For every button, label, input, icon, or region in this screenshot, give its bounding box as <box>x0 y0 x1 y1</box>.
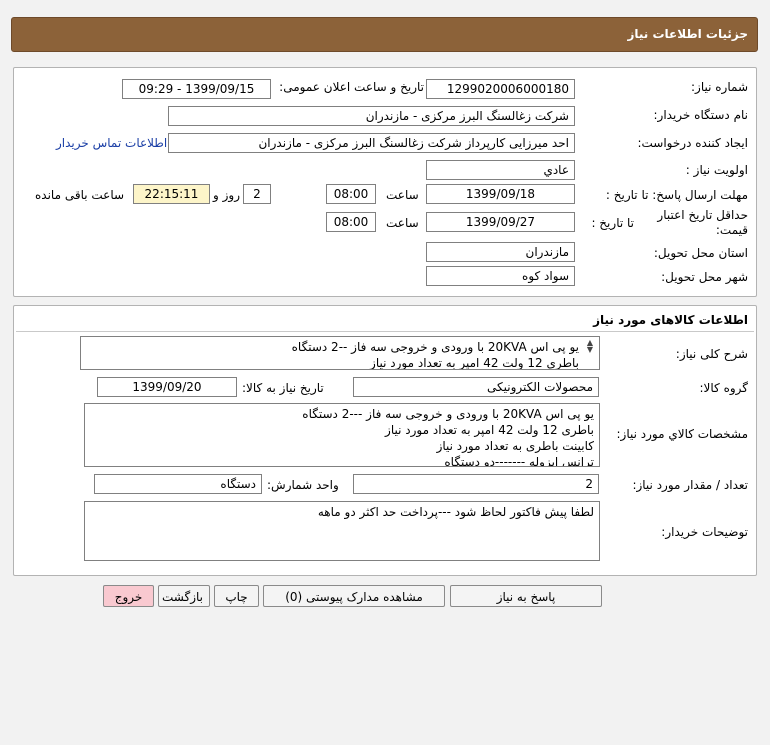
reply-button[interactable]: پاسخ به نیاز <box>450 585 602 607</box>
deadline-label: مهلت ارسال پاسخ: تا تاریخ : <box>605 188 748 202</box>
validity-time-label: ساعت <box>386 216 419 230</box>
summary-label: شرح کلی نیاز: <box>675 347 748 361</box>
group-label: گروه کالا: <box>699 381 749 395</box>
validity-to-label: تا تاریخ : <box>591 216 634 230</box>
specs-label: مشخصات کالاي مورد نیاز: <box>616 427 748 441</box>
exit-button[interactable]: خروج <box>103 585 154 607</box>
qty-field: 2 <box>353 474 599 494</box>
validity-date-field: 1399/09/27 <box>426 212 575 232</box>
validity-time-field: 08:00 <box>326 212 376 232</box>
priority-field: عادي <box>426 160 575 180</box>
goods-section-title: اطلاعات کالاهای مورد نیاز <box>593 313 748 327</box>
need-date-label: تاریخ نیاز به کالا: <box>242 381 324 395</box>
need-number-field: 1299020006000180 <box>426 79 575 99</box>
city-field: سواد کوه <box>426 266 575 286</box>
deadline-date-field: 1399/09/18 <box>426 184 575 204</box>
priority-label: اولویت نیاز : <box>685 163 748 177</box>
details-panel <box>13 67 757 297</box>
summary-scroll-icon[interactable]: ▲ ▼ <box>585 339 595 354</box>
announce-label: تاریخ و ساعت اعلان عمومی: <box>279 80 424 94</box>
print-button[interactable]: چاپ <box>214 585 259 607</box>
unit-label: واحد شمارش: <box>267 478 339 492</box>
summary-textarea[interactable]: یو پی اس 20KVA با ورودی و خروجی سه فاز -… <box>80 336 600 370</box>
attachments-button[interactable]: مشاهده مدارک پیوستی (0) <box>263 585 445 607</box>
announce-field: 1399/09/15 - 09:29 <box>122 79 271 99</box>
buyer-label: نام دستگاه خریدار: <box>653 108 749 122</box>
unit-field: دستگاه <box>94 474 262 494</box>
notes-label: توضیحات خریدار: <box>661 525 748 539</box>
province-label: استان محل تحویل: <box>653 246 748 260</box>
validity-label: حداقل تاریخ اعتبار قیمت: <box>657 208 748 237</box>
city-label: شهر محل تحویل: <box>661 270 748 284</box>
buyer-contact-link[interactable]: اطلاعات تماس خریدار <box>56 136 167 150</box>
group-field: محصولات الکترونیکی <box>353 377 599 397</box>
deadline-time-field: 08:00 <box>326 184 376 204</box>
remaining-label: ساعت باقی مانده <box>35 188 125 202</box>
notes-textarea[interactable]: لطفا پیش فاکتور لحاظ شود ---پرداخت حد اک… <box>84 501 600 561</box>
buyer-field: شرکت زغالسنگ البرز مرکزی - مازندران <box>168 106 575 126</box>
page-title: جزئیات اطلاعات نیاز <box>627 27 748 41</box>
days-label: روز و <box>213 188 240 202</box>
specs-textarea[interactable]: یو پی اس 20KVA با ورودی و خروجی سه فاز -… <box>84 403 600 467</box>
qty-label: تعداد / مقدار مورد نیاز: <box>632 478 748 492</box>
remaining-time-field: 22:15:11 <box>133 184 210 204</box>
need-number-label: شماره نیاز: <box>691 80 748 94</box>
creator-label: ایجاد کننده درخواست: <box>637 136 748 150</box>
need-date-field: 1399/09/20 <box>97 377 237 397</box>
back-button[interactable]: بازگشت <box>158 585 210 607</box>
days-field: 2 <box>243 184 271 204</box>
creator-field: احد میرزایی کارپرداز شرکت زغالسنگ البرز … <box>168 133 575 153</box>
deadline-time-label: ساعت <box>386 188 419 202</box>
goods-divider <box>16 331 754 332</box>
province-field: مازندران <box>426 242 575 262</box>
